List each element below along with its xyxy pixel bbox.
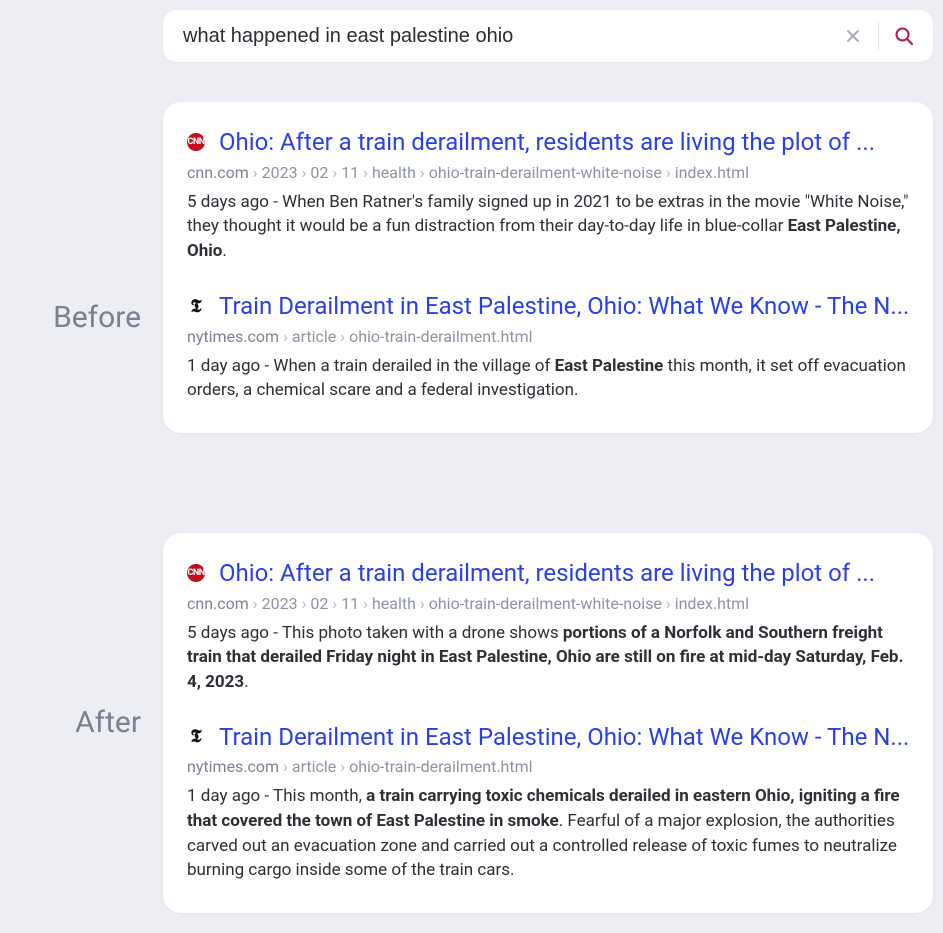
chevron-right-icon: › [420,163,425,182]
nyt-favicon-icon: 𝕿 [187,728,205,746]
chevron-right-icon: › [666,163,671,182]
breadcrumb-part: health [372,594,416,613]
snippet-text: . [222,241,226,261]
cnn-favicon-icon: CNN [187,564,205,582]
result-title[interactable]: Train Derailment in East Palestine, Ohio… [219,723,909,752]
chevron-right-icon: › [340,327,345,346]
breadcrumb-part: 11 [341,594,359,613]
result-age: 1 day ago [187,786,260,806]
label-after: After [0,533,155,913]
breadcrumb-domain: cnn.com [187,594,249,613]
search-input[interactable] [183,25,838,48]
chevron-right-icon: › [302,594,307,613]
cnn-favicon-icon: CNN [187,133,205,151]
chevron-right-icon: › [332,163,337,182]
clear-icon[interactable] [838,21,868,51]
result-url-breadcrumb[interactable]: nytimes.com › article › ohio-train-derai… [187,757,909,776]
result-title[interactable]: Train Derailment in East Palestine, Ohio… [219,292,909,321]
chevron-right-icon: › [302,163,307,182]
snippet-highlight: East Palestine [555,356,664,376]
result-title[interactable]: Ohio: After a train derailment, resident… [219,559,875,588]
snippet-text: . [244,672,248,692]
breadcrumb-part: 11 [341,163,359,182]
result-age: 5 days ago [187,192,269,212]
chevron-right-icon: › [666,594,671,613]
results-card-before: CNN Ohio: After a train derailment, resid… [163,102,933,433]
chevron-right-icon: › [363,163,368,182]
snippet-text: When a train derailed in the village of [273,356,554,376]
chevron-right-icon: › [283,327,288,346]
breadcrumb-domain: nytimes.com [187,327,279,346]
search-icon[interactable] [889,21,919,51]
breadcrumb-part: 02 [310,594,328,613]
chevron-right-icon: › [332,594,337,613]
search-actions [838,21,919,51]
breadcrumb-domain: nytimes.com [187,757,279,776]
search-bar [163,10,933,62]
breadcrumb-part: 2023 [262,594,298,613]
breadcrumb-part: index.html [675,594,749,613]
search-result: 𝕿 Train Derailment in East Palestine, Ohi… [187,723,909,883]
chevron-right-icon: › [253,594,258,613]
breadcrumb-part: ohio-train-derailment.html [349,327,532,346]
result-age: 5 days ago [187,623,269,643]
chevron-right-icon: › [420,594,425,613]
search-result: CNN Ohio: After a train derailment, resid… [187,559,909,695]
result-age: 1 day ago [187,356,260,376]
snippet-text: This photo taken with a drone shows [282,623,563,643]
breadcrumb-part: ohio-train-derailment-white-noise [429,594,662,613]
search-result: CNN Ohio: After a train derailment, resid… [187,128,909,264]
chevron-right-icon: › [363,594,368,613]
result-snippet: 5 days ago - This photo taken with a dro… [187,621,909,695]
result-snippet: 1 day ago - This month, a train carrying… [187,784,909,883]
label-before: Before [0,102,155,533]
breadcrumb-part: ohio-train-derailment.html [349,757,532,776]
chevron-right-icon: › [283,757,288,776]
chevron-right-icon: › [340,757,345,776]
breadcrumb-part: ohio-train-derailment-white-noise [429,163,662,182]
divider [878,22,879,50]
result-snippet: 1 day ago - When a train derailed in the… [187,354,909,403]
result-url-breadcrumb[interactable]: cnn.com › 2023 › 02 › 11 › health › ohio… [187,594,909,613]
breadcrumb-part: index.html [675,163,749,182]
search-result: 𝕿 Train Derailment in East Palestine, Ohi… [187,292,909,403]
breadcrumb-part: 2023 [262,163,298,182]
breadcrumb-domain: cnn.com [187,163,249,182]
breadcrumb-part: health [372,163,416,182]
results-card-after: CNN Ohio: After a train derailment, resid… [163,533,933,913]
breadcrumb-part: article [292,757,336,776]
snippet-text: This month, [273,786,366,806]
result-url-breadcrumb[interactable]: cnn.com › 2023 › 02 › 11 › health › ohio… [187,163,909,182]
nyt-favicon-icon: 𝕿 [187,297,205,315]
breadcrumb-part: article [292,327,336,346]
result-snippet: 5 days ago - When Ben Ratner's family si… [187,190,909,264]
chevron-right-icon: › [253,163,258,182]
breadcrumb-part: 02 [310,163,328,182]
result-title[interactable]: Ohio: After a train derailment, resident… [219,128,875,157]
result-url-breadcrumb[interactable]: nytimes.com › article › ohio-train-derai… [187,327,909,346]
